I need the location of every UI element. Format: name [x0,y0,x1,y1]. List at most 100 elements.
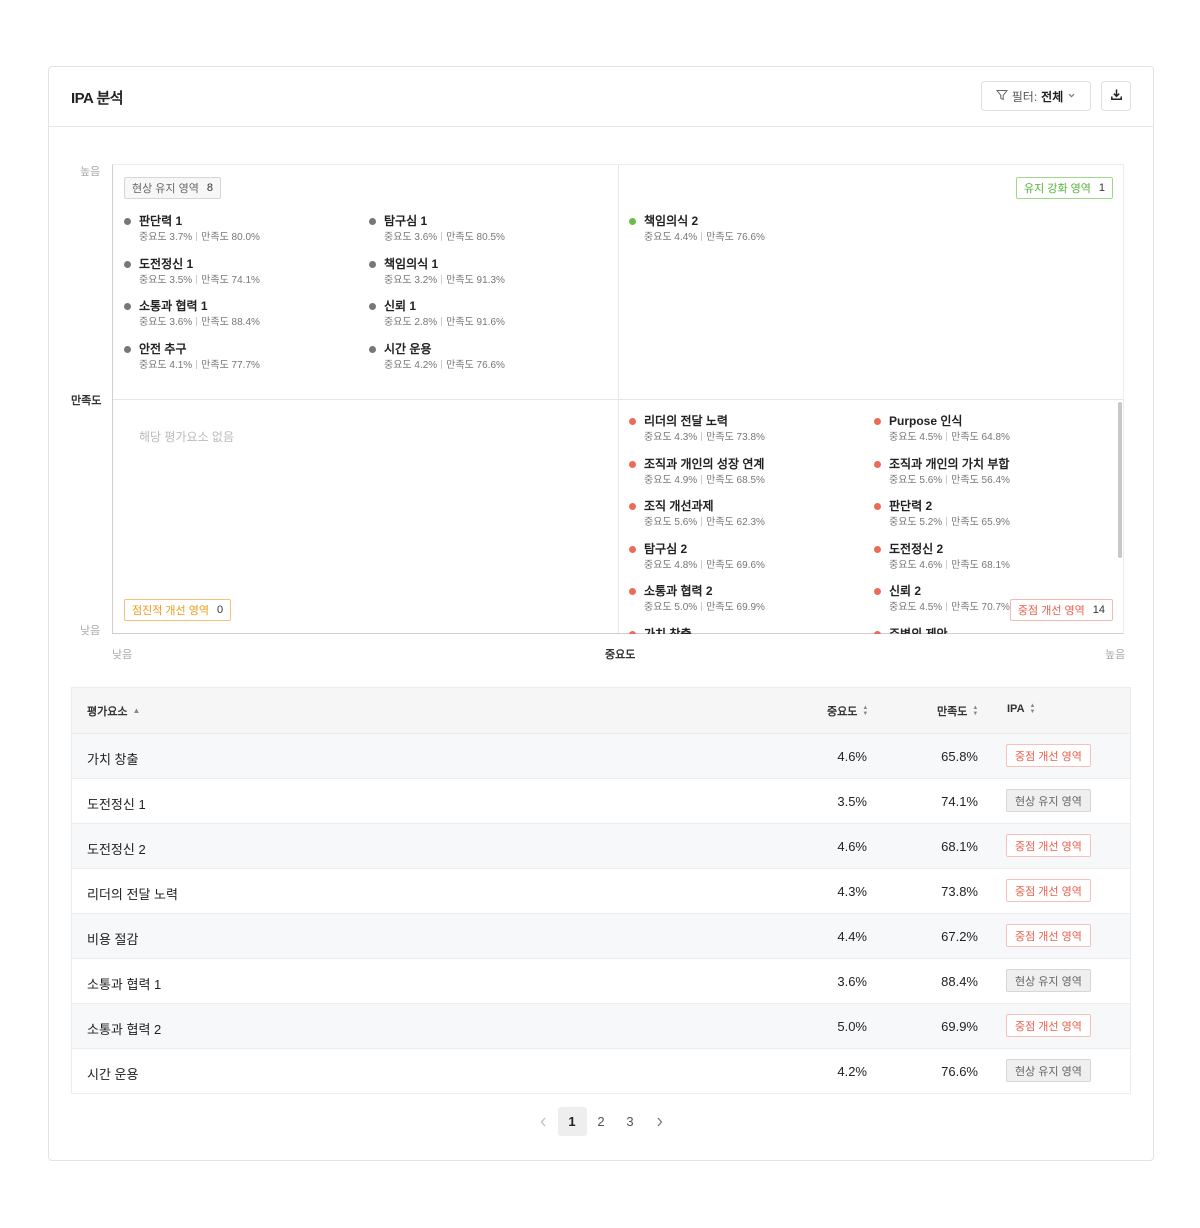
status-dot [874,503,881,510]
item-importance: 중요도 4.5% [889,602,943,613]
status-dot [369,303,376,310]
item-name: 리더의 전달 노력 [644,414,728,428]
cell-satisfaction: 88.4% [941,974,978,989]
cell-satisfaction: 68.1% [941,839,978,854]
item-name: 조직과 개인의 가치 부합 [889,456,1010,471]
item-metrics: 중요도 3.2% 만족도 91.3% [384,274,614,288]
page-list: 123 [557,1107,645,1136]
quadrant-tag-maintain: 현상 유지 영역 8 [124,177,221,199]
status-dot [629,418,636,425]
quadrant-label: 현상 유지 영역 [132,183,199,195]
table-row[interactable]: 소통과 협력 2 5.0% 69.9% 중점 개선 영역 [72,1003,1130,1048]
page-button[interactable]: 3 [616,1107,645,1136]
table-row[interactable]: 도전정신 2 4.6% 68.1% 중점 개선 영역 [72,823,1130,868]
item-metrics: 중요도 4.6% 만족도 68.1% [889,559,1119,573]
status-dot [629,630,636,634]
matrix-item[interactable]: 조직과 개인의 성장 연계 중요도 4.9% 만족도 68.5% [629,457,874,491]
table-row[interactable]: 도전정신 1 3.5% 74.1% 현상 유지 영역 [72,778,1130,823]
item-importance: 중요도 4.3% [644,432,698,443]
matrix-item[interactable]: 소통과 협력 1 중요도 3.6% 만족도 88.4% [124,299,369,333]
item-satisfaction: 만족도 80.5% [446,232,505,243]
download-button[interactable] [1101,81,1131,111]
item-name: Purpose 인식 [889,414,963,428]
item-satisfaction: 만족도 62.3% [706,517,765,528]
item-name: 안전 추구 [139,341,187,356]
status-dot [874,545,881,553]
item-name: 도전정신 2 [889,541,944,556]
matrix-item[interactable]: 리더의 전달 노력 중요도 4.3% 만족도 73.8% [629,414,874,448]
matrix-item[interactable]: 안전 추구중요도 4.1% 만족도 77.7% [124,342,369,376]
item-importance: 중요도 4.4% [644,232,698,243]
item-satisfaction: 만족도 56.4% [951,474,1010,486]
item-name: 소통과 협력 1 [139,299,208,313]
metric-divider [441,232,443,241]
cell-importance: 3.5% [837,794,867,809]
matrix-item[interactable]: 책임의식 2 중요도 4.4% 만족도 76.6% [629,214,874,248]
quadrant-count: 14 [1092,604,1105,616]
metric-divider [196,274,198,284]
matrix-item[interactable]: 판단력 1 중요도 3.7% 만족도 80.0% [124,214,369,248]
table-row[interactable]: 시간 운용 4.2% 76.6% 현상 유지 영역 [72,1048,1130,1093]
item-metrics: 중요도 4.1% 만족도 77.7% [139,359,369,373]
status-dot [629,503,636,510]
ipa-table: 평가요소 ▲ 중요도 ▲ ▼ 만족도 ▲ ▼ IPA ▲ ▼ 가치 창출 4.6% 65.… [71,687,1131,1094]
filter-button[interactable]: 필터: 전체 [981,81,1091,111]
ipa-status-badge: 현상 유지 영역 [1006,789,1091,812]
table-row[interactable]: 비용 절감 4.4% 67.2% 중점 개선 영역 [72,913,1130,958]
column-header-ipa[interactable]: IPA ▲ ▼ [1007,703,1035,715]
status-dot [874,588,881,595]
status-dot [629,460,636,468]
page-button[interactable]: 2 [587,1107,616,1136]
next-page-button[interactable] [645,1107,674,1136]
x-axis-title: 중요도 [605,649,636,661]
cell-name: 소통과 협력 1 [87,977,162,992]
item-name: 탐구심 1 [384,214,428,228]
ipa-status-badge: 중점 개선 영역 [1006,744,1091,767]
prev-page-button[interactable] [529,1107,558,1136]
matrix-item[interactable]: 신뢰 1 중요도 2.8% 만족도 91.6% [369,299,614,333]
quadrant-label: 점진적 개선 영역 [132,605,209,617]
item-name: 신뢰 1 [384,299,417,313]
matrix-item[interactable]: 탐구심 1 중요도 3.6% 만족도 80.5% [369,214,614,248]
quadrant-reinforce: 유지 강화 영역 1 책임의식 2 중요도 4.4% 만족도 76.6% [619,165,1124,399]
matrix-item[interactable]: Purpose 인식 중요도 4.5% 만족도 64.8% [874,414,1119,448]
metric-divider [701,517,703,526]
status-dot [124,303,131,310]
matrix-item[interactable]: 조직과 개인의 가치 부합 중요도 5.6% 만족도 56.4% [874,457,1119,491]
ipa-status-badge: 중점 개선 영역 [1006,879,1091,902]
column-header-importance[interactable]: 중요도 ▲ ▼ [827,703,868,719]
quadrant-focus[interactable]: 리더의 전달 노력 중요도 4.3% 만족도 73.8% Purpose 인식 중요도 … [619,400,1124,634]
matrix-item[interactable]: 시간 운용 중요도 4.2% 만족도 76.6% [369,342,614,376]
table-row[interactable]: 리더의 전달 노력 4.3% 73.8% 중점 개선 영역 [72,868,1130,913]
item-importance: 중요도 5.6% [644,517,698,528]
y-axis-title: 만족도 [71,395,102,407]
metric-divider [441,274,443,284]
matrix-item[interactable]: 판단력 2 중요도 5.2% 만족도 65.9% [874,499,1119,533]
y-axis-low-label: 낮음 [80,625,101,637]
matrix-item[interactable]: 도전정신 2 중요도 4.6% 만족도 68.1% [874,542,1119,576]
matrix-item[interactable]: 탐구심 2 중요도 4.8% 만족도 69.6% [629,542,874,576]
status-dot [629,588,636,595]
matrix-item[interactable]: 도전정신 1 중요도 3.5% 만족도 74.1% [124,257,369,291]
quadrant-scrollbar[interactable] [1118,402,1122,558]
quadrant-count: 0 [216,604,224,616]
table-row[interactable]: 가치 창출 4.6% 65.8% 중점 개선 영역 [72,733,1130,778]
item-name: 도전정신 1 [139,256,194,271]
status-dot [874,630,881,634]
pagination: 123 [49,1107,1153,1136]
status-dot [124,260,131,268]
matrix-item[interactable]: 주변의 제안 [874,627,1119,634]
table-row[interactable]: 소통과 협력 1 3.6% 88.4% 현상 유지 영역 [72,958,1130,1003]
matrix-item[interactable]: 소통과 협력 2 중요도 5.0% 만족도 69.9% [629,584,874,618]
metric-divider [196,232,198,241]
matrix-item[interactable]: 조직 개선과제 중요도 5.6% 만족도 62.3% [629,499,874,533]
item-satisfaction: 만족도 74.1% [201,274,260,286]
item-metrics: 중요도 4.8% 만족도 69.6% [644,559,874,573]
matrix-item[interactable]: 가치 창출 [629,627,874,634]
sort-icon: ▲ ▼ [1029,703,1036,715]
column-header-name[interactable]: 평가요소 ▲ [87,703,140,719]
cell-satisfaction: 73.8% [941,884,978,899]
page-button[interactable]: 1 [557,1107,587,1136]
matrix-item[interactable]: 책임의식 1 중요도 3.2% 만족도 91.3% [369,257,614,291]
column-header-satisfaction[interactable]: 만족도 ▲ ▼ [937,703,978,719]
